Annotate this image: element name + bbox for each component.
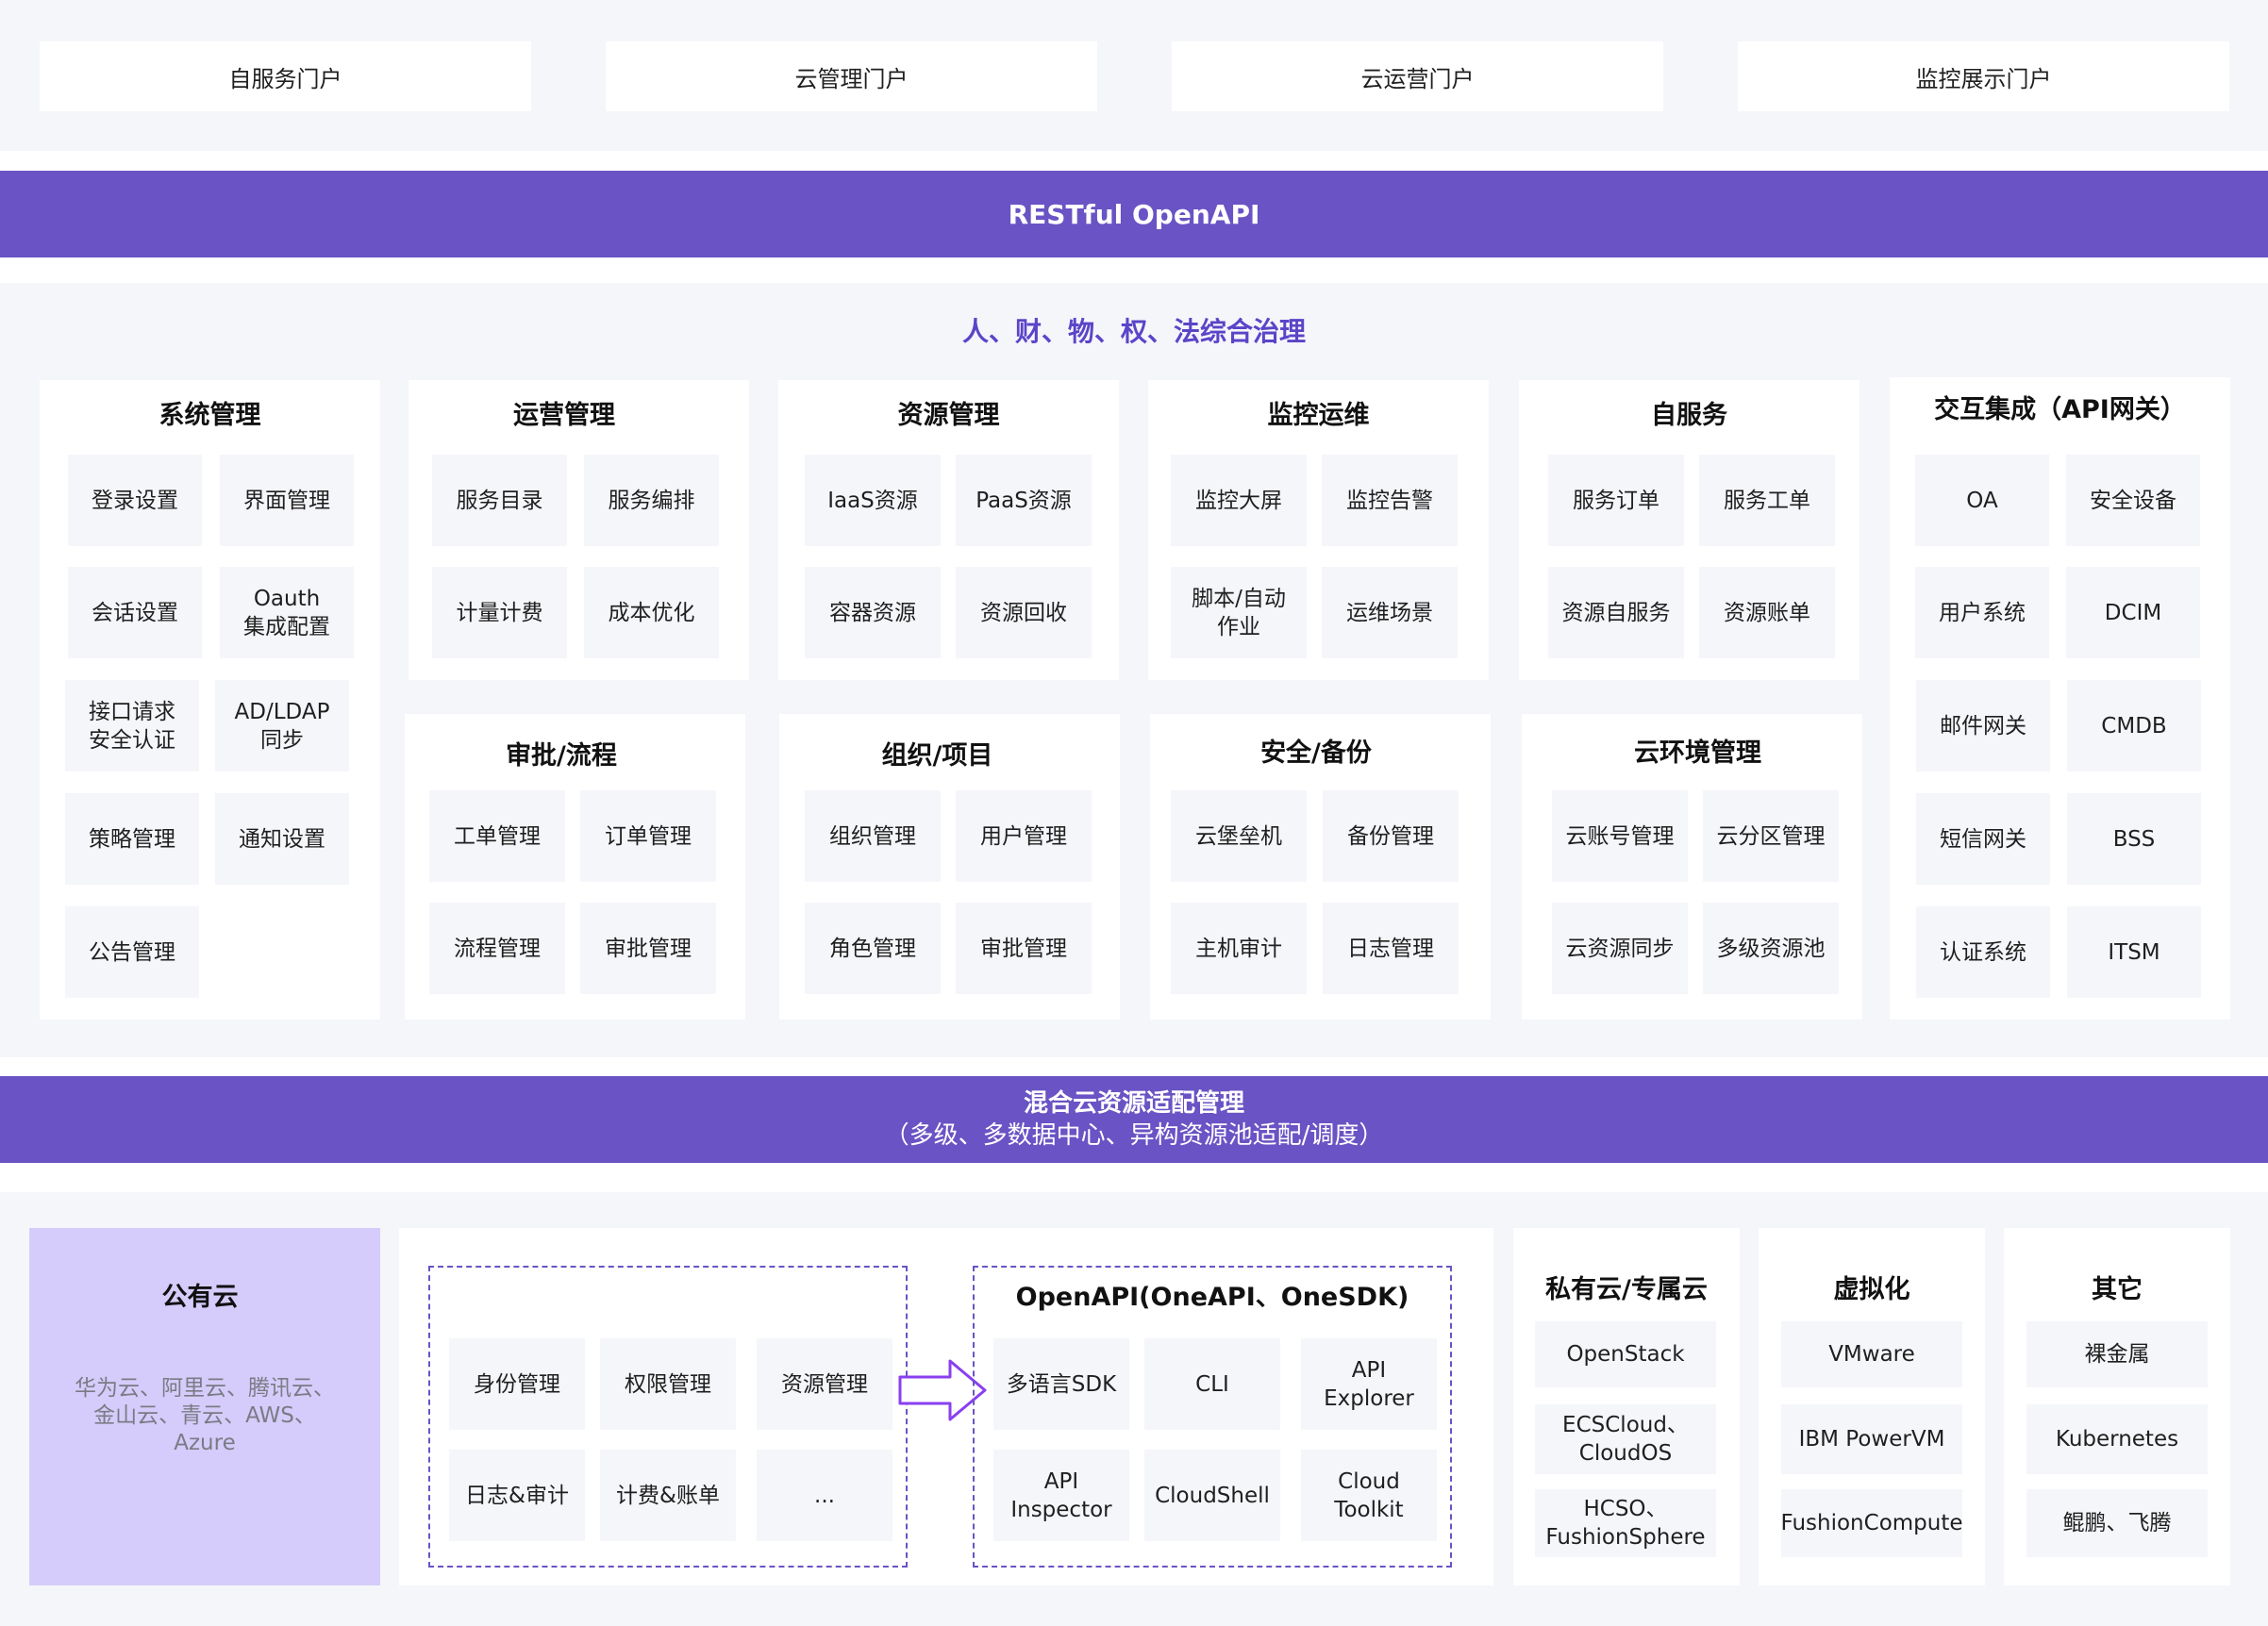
portal-self-service: 自服务门户 <box>40 41 531 111</box>
module-title: 组织/项目 <box>881 741 993 771</box>
module-item: 审批管理 <box>580 903 716 994</box>
module-item: 服务目录 <box>432 455 567 546</box>
restful-openapi-label: RESTful OpenAPI <box>1008 198 1260 230</box>
adapter-band-subtitle: （多级、多数据中心、异构资源池适配/调度） <box>884 1121 1384 1150</box>
module-item: 工单管理 <box>429 790 565 882</box>
module-item: Oauth 集成配置 <box>220 567 354 658</box>
module-item: 备份管理 <box>1323 790 1459 882</box>
restful-openapi-band: RESTful OpenAPI <box>0 171 2268 257</box>
module-title: 资源管理 <box>897 401 1000 430</box>
module-title: 监控运维 <box>1267 401 1370 430</box>
others-title: 其它 <box>2092 1275 2143 1304</box>
openapi-title: OpenAPI(OneAPI、OneSDK) <box>1015 1283 1409 1312</box>
portal-monitor-display: 监控展示门户 <box>1738 41 2229 111</box>
module-item: 主机审计 <box>1171 903 1307 994</box>
module-item: 审批管理 <box>956 903 1092 994</box>
public-cloud-providers: 华为云、阿里云、腾讯云、 金山云、青云、AWS、 Azure <box>75 1376 335 1455</box>
module-item: 云账号管理 <box>1552 790 1688 882</box>
module-item: CMDB <box>2067 680 2201 772</box>
module-item: IaaS资源 <box>805 455 941 546</box>
module-item: BSS <box>2067 793 2201 885</box>
private-cloud-item: ECSCloud、 CloudOS <box>1535 1404 1716 1474</box>
openapi-item: CloudShell <box>1144 1450 1280 1541</box>
module-title: 交互集成（API网关） <box>1934 395 2186 424</box>
capability-item: ... <box>757 1450 892 1541</box>
openapi-item: Cloud Toolkit <box>1301 1450 1437 1541</box>
architecture-diagram: 自服务门户 云管理门户 云运营门户 监控展示门户 RESTful OpenAPI… <box>0 0 2268 1626</box>
capability-item: 日志&审计 <box>449 1450 585 1541</box>
module-item: 容器资源 <box>805 567 941 658</box>
module-item: 通知设置 <box>215 793 349 885</box>
capability-item: 权限管理 <box>600 1338 736 1430</box>
portal-cloud-management: 云管理门户 <box>606 41 1097 111</box>
module-item: 成本优化 <box>584 567 719 658</box>
module-item: 资源自服务 <box>1548 567 1684 658</box>
module-item: DCIM <box>2066 567 2200 658</box>
openapi-item: API Inspector <box>993 1450 1129 1541</box>
private-cloud-item: HCSO、 FushionSphere <box>1535 1489 1716 1557</box>
module-item: 短信网关 <box>1916 793 2050 885</box>
module-item: 认证系统 <box>1916 906 2050 998</box>
module-title: 审批/流程 <box>506 741 617 771</box>
module-item: 订单管理 <box>580 790 716 882</box>
module-item: 监控大屏 <box>1171 455 1307 546</box>
module-title: 云环境管理 <box>1634 738 1761 768</box>
module-title: 自服务 <box>1651 401 1727 430</box>
private-cloud-item: OpenStack <box>1535 1321 1716 1387</box>
others-item: 裸金属 <box>2026 1321 2208 1387</box>
others-item: 鲲鹏、飞腾 <box>2026 1489 2208 1557</box>
module-item: 公告管理 <box>65 906 199 998</box>
module-title: 系统管理 <box>158 401 261 430</box>
module-item: 云资源同步 <box>1552 903 1688 994</box>
openapi-item: CLI <box>1144 1338 1280 1430</box>
module-item: 会话设置 <box>68 567 202 658</box>
openapi-item: API Explorer <box>1301 1338 1437 1430</box>
module-item: AD/LDAP 同步 <box>215 680 349 772</box>
module-item: 用户管理 <box>956 790 1092 882</box>
virtualization-item: FushionCompute <box>1780 1489 1963 1557</box>
module-item: 日志管理 <box>1323 903 1459 994</box>
openapi-item: 多语言SDK <box>993 1338 1129 1430</box>
adapter-band-title: 混合云资源适配管理 <box>1023 1089 1244 1118</box>
public-cloud-title: 公有云 <box>161 1283 239 1312</box>
module-item: 接口请求 安全认证 <box>65 680 199 772</box>
module-item: OA <box>1915 455 2049 546</box>
module-item: 监控告警 <box>1322 455 1458 546</box>
governance-title: 人、财、物、权、法综合治理 <box>961 316 1306 347</box>
module-item: 多级资源池 <box>1703 903 1839 994</box>
module-item: 邮件网关 <box>1916 680 2050 772</box>
virtualization-item: VMware <box>1781 1321 1962 1387</box>
module-item: 角色管理 <box>805 903 941 994</box>
module-title: 运营管理 <box>513 401 615 430</box>
capability-item: 计费&账单 <box>600 1450 736 1541</box>
module-item: ITSM <box>2067 906 2201 998</box>
module-item: 计量计费 <box>432 567 567 658</box>
module-item: 云分区管理 <box>1703 790 1839 882</box>
capability-item: 资源管理 <box>757 1338 892 1430</box>
module-title: 安全/备份 <box>1260 738 1372 768</box>
module-item: 服务编排 <box>584 455 719 546</box>
module-item: 资源回收 <box>956 567 1092 658</box>
hybrid-cloud-adapter-band: 混合云资源适配管理 （多级、多数据中心、异构资源池适配/调度） <box>0 1076 2268 1163</box>
module-item: 组织管理 <box>805 790 941 882</box>
module-item: 云堡垒机 <box>1171 790 1307 882</box>
portal-cloud-operation: 云运营门户 <box>1172 41 1663 111</box>
module-item: 登录设置 <box>68 455 202 546</box>
virtualization-item: IBM PowerVM <box>1781 1404 1962 1474</box>
module-item: 策略管理 <box>65 793 199 885</box>
module-item: 脚本/自动 作业 <box>1171 567 1307 658</box>
virtualization-title: 虚拟化 <box>1833 1275 1910 1304</box>
private-cloud-title: 私有云/专属云 <box>1545 1275 1708 1304</box>
module-item: 服务订单 <box>1548 455 1684 546</box>
module-item: 用户系统 <box>1915 567 2049 658</box>
module-item: 流程管理 <box>429 903 565 994</box>
module-item: 资源账单 <box>1699 567 1835 658</box>
module-item: 运维场景 <box>1322 567 1458 658</box>
module-item: 界面管理 <box>220 455 354 546</box>
others-item: Kubernetes <box>2026 1404 2208 1474</box>
module-item: PaaS资源 <box>956 455 1092 546</box>
capability-item: 身份管理 <box>449 1338 585 1430</box>
module-item: 服务工单 <box>1699 455 1835 546</box>
module-item: 安全设备 <box>2066 455 2200 546</box>
